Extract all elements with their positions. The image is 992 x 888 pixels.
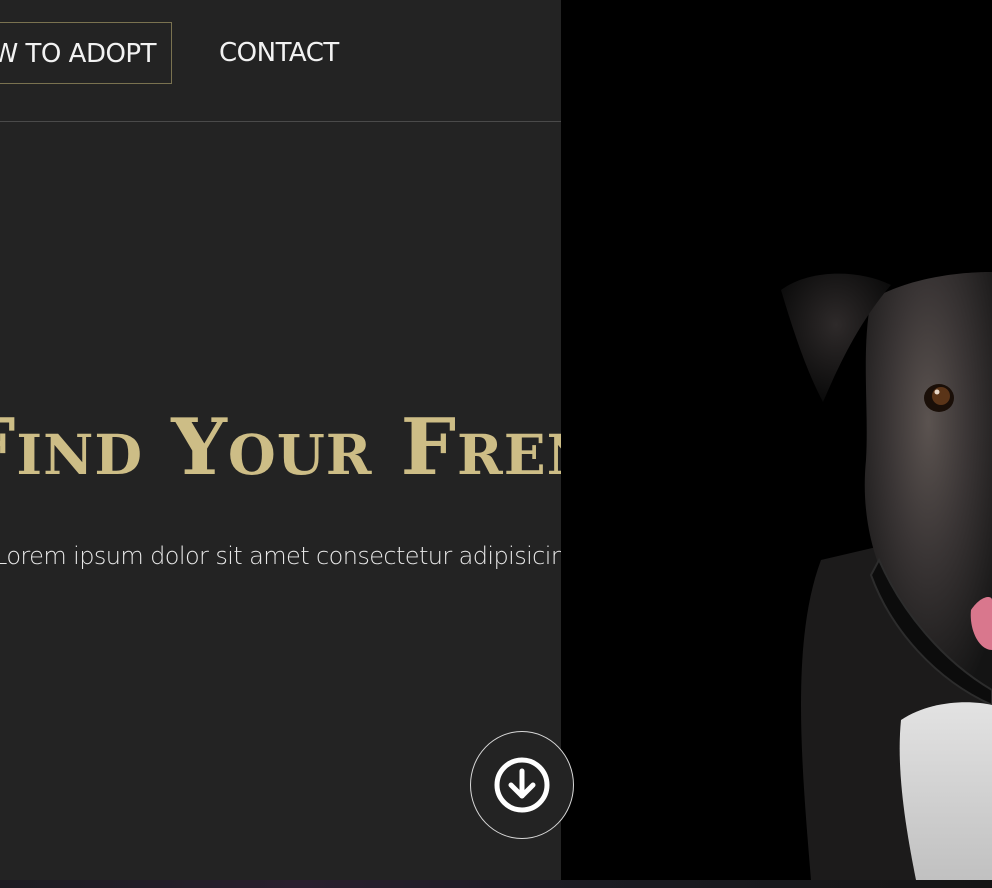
hero-description: Lorem ipsum dolor sit amet consectetur a… (0, 542, 561, 570)
hero-left-panel: HOW TO ADOPT CONTACT Find Your Frend Lor… (0, 0, 561, 880)
bottom-strip (0, 880, 992, 888)
hero-image-panel (561, 0, 992, 880)
scroll-down-button[interactable] (470, 731, 574, 839)
top-navigation: HOW TO ADOPT CONTACT (0, 0, 561, 122)
arrow-down-circle-icon (494, 757, 550, 813)
dog-photo (561, 0, 992, 880)
page: HOW TO ADOPT CONTACT Find Your Frend Lor… (0, 0, 992, 888)
hero-title: Find Your Frend (0, 402, 561, 493)
nav-item-contact[interactable]: CONTACT (219, 22, 339, 84)
nav-item-how-to-adopt[interactable]: HOW TO ADOPT (0, 22, 172, 84)
